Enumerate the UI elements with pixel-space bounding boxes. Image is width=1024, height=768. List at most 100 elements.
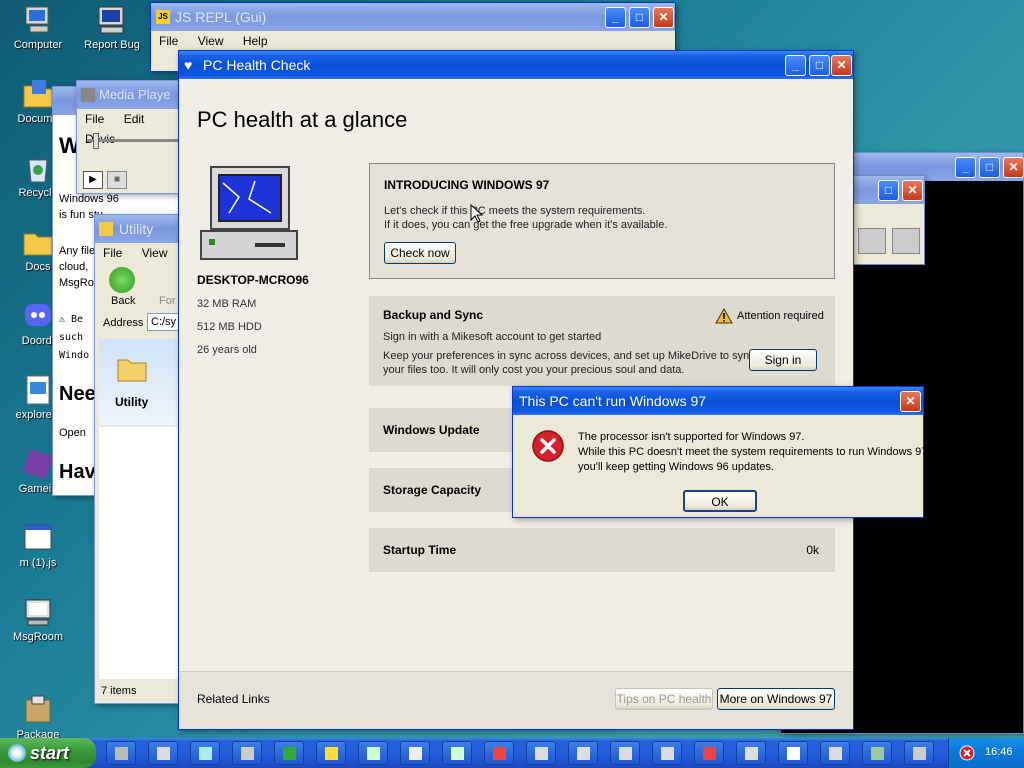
desktop-icon-msgroom[interactable]: MsgRoom	[0, 596, 76, 643]
computer-icon	[22, 4, 54, 36]
back-button-label[interactable]: Back	[111, 295, 135, 307]
background-window-small[interactable]: □ ✕	[845, 175, 925, 265]
check-now-button[interactable]: Check now	[384, 242, 456, 264]
related-links-label: Related Links	[197, 692, 270, 706]
start-button[interactable]: start	[0, 738, 96, 768]
startup-card[interactable]: Startup Time 0k	[369, 528, 835, 572]
taskbar-item[interactable]	[106, 741, 136, 765]
close-button[interactable]: ✕	[653, 7, 674, 28]
maximize-button[interactable]: □	[878, 180, 899, 201]
window-file-icon	[22, 522, 54, 554]
heart-icon: ♥	[184, 57, 193, 73]
script-file-icon	[22, 374, 54, 406]
taskbar-item[interactable]	[232, 741, 262, 765]
age-spec: 26 years old	[197, 344, 257, 356]
menu-view[interactable]: View	[198, 34, 224, 48]
utility-folder-pane: Utility	[99, 339, 183, 425]
msgroom-icon	[22, 596, 54, 628]
play-button[interactable]: ▶	[83, 171, 103, 189]
error-tray-icon[interactable]	[959, 745, 975, 761]
maximize-button[interactable]: □	[809, 55, 830, 76]
close-button[interactable]: ✕	[831, 55, 852, 76]
taskbar-item[interactable]	[526, 741, 556, 765]
window-title: Utility	[119, 221, 154, 237]
storage-title: Storage Capacity	[383, 483, 482, 497]
title-bar[interactable]: Utility	[95, 215, 183, 243]
utility-window[interactable]: Utility File View Back For Address C:/sy…	[94, 214, 184, 704]
doc-heading: Hav	[59, 461, 96, 483]
backup-line: your files too. It will only cost you yo…	[383, 364, 685, 376]
taskbar-item[interactable]	[316, 741, 346, 765]
tips-button[interactable]: Tips on PC health	[615, 688, 713, 710]
taskbar-item[interactable]	[736, 741, 766, 765]
desktop-icon-computer[interactable]: Computer	[0, 4, 76, 51]
documents-icon	[22, 78, 54, 110]
taskbar-item[interactable]	[610, 741, 640, 765]
maximize-button[interactable]: □	[629, 7, 650, 28]
desktop-icon-label: Computer	[13, 39, 63, 51]
folder-icon	[99, 222, 113, 236]
desktop-icon-report-bug[interactable]: Report Bug	[74, 4, 150, 51]
minimize-button[interactable]: _	[605, 7, 626, 28]
menu-view[interactable]: View	[142, 246, 168, 260]
menu-edit[interactable]: Edit	[124, 112, 145, 126]
taskbar-item[interactable]	[904, 741, 934, 765]
desktop-icon-m-js[interactable]: m (1).js	[0, 522, 76, 569]
title-bar[interactable]: JS JS REPL (Gui)	[151, 3, 675, 31]
printer-icon[interactable]	[858, 228, 886, 254]
title-bar[interactable]: ♥ PC Health Check	[179, 51, 853, 79]
taskbar-item[interactable]	[148, 741, 178, 765]
intro-line: Let's check if this PC meets the system …	[384, 205, 646, 217]
menu-file[interactable]: File	[159, 34, 178, 48]
error-dialog[interactable]: This PC can't run Windows 97 ✕ The proce…	[512, 386, 930, 518]
stop-button[interactable]: ■	[107, 171, 127, 189]
backup-status: Attention required	[737, 310, 824, 322]
minimize-button[interactable]: _	[955, 157, 976, 178]
backup-title: Backup and Sync	[383, 308, 484, 322]
window-title: PC Health Check	[203, 57, 311, 73]
menu-file[interactable]: File	[103, 246, 122, 260]
taskbar-item[interactable]	[358, 741, 388, 765]
maximize-button[interactable]: □	[979, 157, 1000, 178]
taskbar-item[interactable]	[652, 741, 682, 765]
taskbar-item[interactable]	[442, 741, 472, 765]
taskbar-item[interactable]	[400, 741, 430, 765]
clock[interactable]: 16:46	[985, 746, 1013, 758]
startup-title: Startup Time	[383, 543, 457, 557]
taskbar-item[interactable]	[820, 741, 850, 765]
back-arrow-icon[interactable]	[109, 267, 135, 293]
mouse-cursor-icon	[470, 204, 484, 223]
seek-handle[interactable]	[93, 133, 99, 149]
close-button[interactable]: ✕	[1003, 157, 1024, 178]
taskbar-item[interactable]	[568, 741, 598, 765]
folder-label: Utility	[115, 395, 149, 409]
taskbar-item[interactable]	[778, 741, 808, 765]
file-list	[99, 427, 183, 679]
taskbar-item[interactable]	[190, 741, 220, 765]
forward-button-label[interactable]: For	[159, 295, 176, 307]
taskbar-item[interactable]	[484, 741, 514, 765]
more-windows-97-button[interactable]: More on Windows 97	[717, 688, 835, 710]
intro-title: INTRODUCING WINDOWS 97	[384, 178, 550, 192]
folder-icon[interactable]	[117, 355, 147, 383]
tools-icon[interactable]	[892, 228, 920, 254]
menu-file[interactable]: File	[85, 112, 104, 126]
title-bar[interactable]: Media Playe	[77, 81, 185, 109]
taskbar-item[interactable]	[274, 741, 304, 765]
menu-help[interactable]: Help	[243, 34, 268, 48]
menu-bar: File View Help	[151, 31, 675, 51]
report-bug-icon	[96, 4, 128, 36]
close-button[interactable]: ✕	[902, 180, 923, 201]
ok-button[interactable]: OK	[683, 490, 757, 512]
menu-bar: File Edit Devic	[77, 109, 185, 146]
sign-in-button[interactable]: Sign in	[749, 349, 817, 371]
taskbar-item[interactable]	[862, 741, 892, 765]
seek-slider[interactable]	[87, 139, 182, 142]
desktop-icon-label: Report Bug	[84, 39, 140, 51]
taskbar-item[interactable]	[694, 741, 724, 765]
media-player-window[interactable]: Media Playe File Edit Devic ▶ ■	[76, 80, 186, 194]
dialog-message: The processor isn't supported for Window…	[578, 431, 805, 443]
minimize-button[interactable]: _	[785, 55, 806, 76]
title-bar[interactable]: This PC can't run Windows 97	[513, 387, 923, 415]
close-button[interactable]: ✕	[900, 391, 921, 412]
